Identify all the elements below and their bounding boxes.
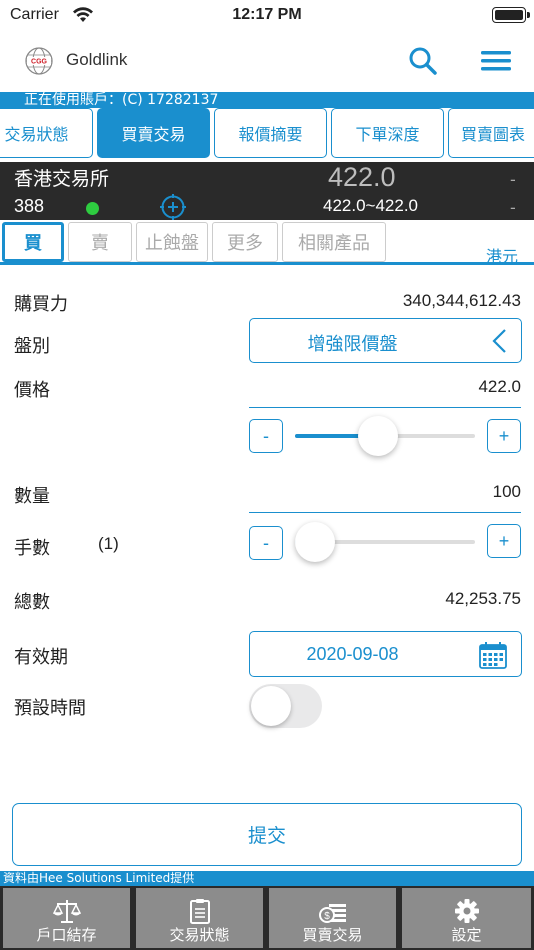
nav-trading[interactable]: $ 買賣交易: [267, 886, 398, 950]
tab-trade-status[interactable]: 交易狀態: [0, 108, 93, 158]
tab-stop-loss[interactable]: 止蝕盤: [136, 222, 208, 262]
price-increase-button[interactable]: +: [487, 419, 521, 453]
sub-tabs-divider: [0, 262, 534, 265]
lots-slider[interactable]: [295, 522, 475, 562]
price-decrease-button[interactable]: -: [249, 419, 283, 453]
order-type-value: 增強限價盤: [307, 334, 398, 355]
nav-trade-status[interactable]: 交易狀態: [134, 886, 265, 950]
preset-time-label: 預設時間: [14, 698, 86, 719]
validity-label: 有效期: [14, 647, 68, 668]
status-bar: Carrier 12:17 PM: [0, 0, 534, 32]
nav-account-balance[interactable]: 戶口結存: [1, 886, 132, 950]
quantity-underline: [249, 512, 521, 513]
clock: 12:17 PM: [232, 6, 302, 23]
quantity-label: 數量: [14, 486, 50, 507]
data-provider-note: 資料由Hee Solutions Limited提供: [0, 871, 534, 886]
scale-icon: [52, 900, 81, 923]
quantity-value[interactable]: 100: [493, 482, 521, 502]
tab-sell[interactable]: 賣: [68, 222, 132, 262]
tab-quote-summary[interactable]: 報價摘要: [214, 108, 327, 158]
change-value: -: [510, 170, 516, 189]
tab-more[interactable]: 更多: [212, 222, 278, 262]
nav-settings[interactable]: 設定: [400, 886, 533, 950]
currency-label: 港元: [486, 247, 519, 266]
buying-power-label: 購買力: [14, 294, 68, 315]
battery-icon: [492, 7, 530, 23]
tab-buy[interactable]: 買: [2, 222, 64, 262]
change-percent: -: [510, 198, 516, 217]
lots-decrease-button[interactable]: -: [249, 526, 283, 560]
bottom-nav: 戶口結存 交易狀態 $ 買賣交易 設定: [0, 886, 534, 950]
nav-label: 交易狀態: [169, 926, 230, 944]
preset-time-toggle-knob: [251, 686, 291, 726]
lots-count: (1): [98, 534, 119, 553]
tab-related-products[interactable]: 相關產品: [282, 222, 386, 262]
clipboard-icon: [189, 899, 210, 924]
tab-order-depth[interactable]: 下單深度: [331, 108, 444, 158]
globe-logo-icon: CGG: [25, 47, 53, 75]
price-slider-thumb[interactable]: [357, 416, 398, 456]
tab-trade-chart[interactable]: 買賣圖表: [448, 108, 534, 158]
buying-power-value: 340,344,612.43: [402, 291, 521, 310]
validity-date-picker[interactable]: 2020-09-08: [249, 631, 522, 677]
calendar-icon: [479, 642, 507, 669]
last-price: 422.0: [328, 162, 396, 192]
exchange-name: 香港交易所: [14, 168, 110, 190]
main-tabs: 交易狀態 買賣交易 報價摘要 下單深度 買賣圖表: [0, 108, 534, 160]
price-range: 422.0~422.0: [323, 196, 419, 215]
total-value: 42,253.75: [445, 589, 521, 608]
app-name: Goldlink: [66, 50, 128, 69]
price-value[interactable]: 422.0: [478, 377, 521, 397]
validity-date-value: 2020-09-08: [306, 644, 399, 664]
price-slider[interactable]: [295, 416, 475, 456]
money-icon: $: [318, 904, 346, 923]
chevron-left-icon: [492, 329, 506, 353]
stock-code[interactable]: 388: [14, 196, 44, 217]
preset-time-toggle[interactable]: [249, 684, 322, 728]
lots-slider-thumb[interactable]: [295, 522, 335, 562]
nav-label: 設定: [451, 926, 482, 944]
account-strip: 正在使用賬戶：(C) 17282137: [0, 92, 534, 108]
app-header: CGG Goldlink: [0, 36, 534, 84]
nav-label: 戶口結存: [36, 926, 97, 944]
logo-text: CGG: [31, 59, 48, 66]
gear-icon: [454, 899, 479, 923]
submit-button[interactable]: 提交: [12, 803, 522, 866]
add-watchlist-icon[interactable]: [158, 192, 188, 222]
total-label: 總數: [14, 592, 50, 613]
price-underline: [249, 407, 521, 408]
lots-increase-button[interactable]: +: [487, 524, 521, 558]
order-side-tabs: 買 賣 止蝕盤 更多 相關產品: [0, 220, 534, 266]
order-type-label: 盤別: [14, 336, 50, 357]
svg-text:$: $: [324, 911, 330, 922]
order-type-select[interactable]: 增強限價盤: [249, 318, 522, 363]
search-icon[interactable]: [406, 44, 440, 78]
nav-label: 買賣交易: [302, 926, 363, 944]
quote-bar: 香港交易所 388 422.0 422.0~422.0 - -: [0, 162, 534, 220]
hamburger-menu-icon[interactable]: [478, 44, 514, 78]
tab-trading[interactable]: 買賣交易: [97, 108, 210, 158]
price-label: 價格: [14, 380, 50, 401]
lots-label: 手數: [14, 538, 50, 559]
online-status-dot: [86, 202, 99, 215]
